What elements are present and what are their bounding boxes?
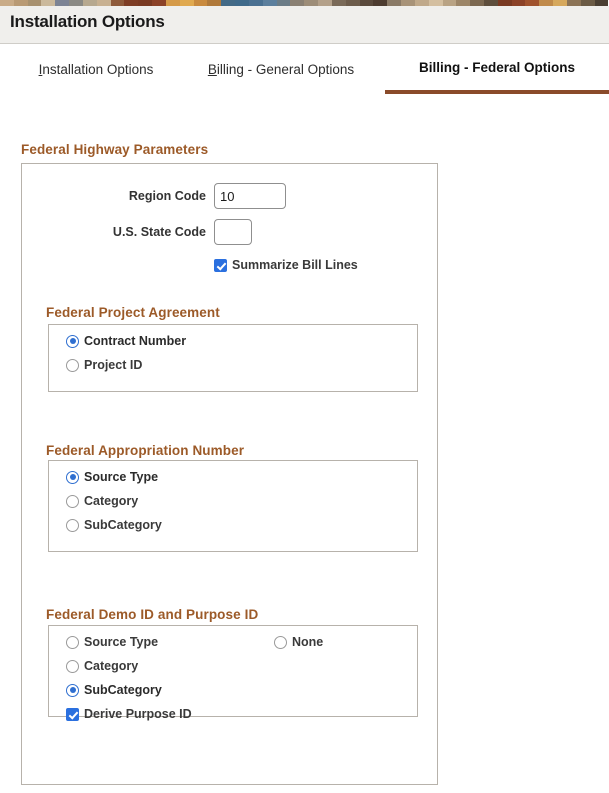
radio-row-contract-number[interactable]: Contract Number [66, 334, 186, 348]
tab-installation-options-label: Installation Options [39, 62, 154, 77]
region-code-input[interactable] [214, 183, 286, 209]
federal-demo-id-purpose-id-box: Source Type Category SubCategory None De… [48, 625, 418, 721]
tab-bar: Installation Options Billing - General O… [0, 45, 609, 94]
demo-category-label: Category [84, 659, 139, 673]
tab-billing-federal-options[interactable]: Billing - Federal Options [385, 45, 609, 94]
field-row-region-code: Region Code [22, 183, 286, 209]
contract-number-radio[interactable] [66, 334, 79, 348]
demo-subcategory-label: SubCategory [84, 683, 162, 697]
group-title-federal-highway-parameters: Federal Highway Parameters [21, 142, 209, 157]
demo-none-radio[interactable] [274, 635, 287, 649]
federal-appropriation-number-box: Source Type Category SubCategory [48, 460, 418, 552]
summarize-bill-lines-checkbox[interactable] [214, 258, 227, 272]
radio-row-appropriation-subcategory[interactable]: SubCategory [66, 518, 162, 532]
radio-row-project-id[interactable]: Project ID [66, 358, 142, 372]
demo-source-type-radio[interactable] [66, 635, 79, 649]
radio-row-demo-category[interactable]: Category [66, 659, 138, 673]
federal-highway-parameters-panel: Region Code U.S. State Code Summarize Bi… [21, 163, 438, 785]
radio-row-demo-subcategory[interactable]: SubCategory [66, 683, 162, 697]
content-area: Federal Highway Parameters Region Code U… [0, 94, 609, 793]
tab-billing-general-options-label: Billing - General Options [208, 62, 354, 77]
page-header: Installation Options [0, 6, 609, 44]
tab-billing-general-options[interactable]: Billing - General Options [190, 45, 372, 94]
group-title-federal-appropriation-number: Federal Appropriation Number [46, 443, 245, 458]
appropriation-category-label: Category [84, 494, 139, 508]
us-state-code-label: U.S. State Code [112, 225, 206, 239]
tab-billing-federal-options-label: Billing - Federal Options [418, 60, 575, 75]
demo-subcategory-radio[interactable] [66, 683, 79, 697]
appropriation-subcategory-radio[interactable] [66, 518, 79, 532]
tab-installation-options[interactable]: Installation Options [22, 45, 170, 94]
demo-none-label: None [292, 635, 324, 649]
federal-project-agreement-box: Contract Number Project ID [48, 324, 418, 392]
derive-purpose-id-row[interactable]: Derive Purpose ID [66, 707, 192, 721]
tab-label-rest: nstallation Options [42, 62, 154, 77]
region-code-label: Region Code [128, 189, 206, 203]
contract-number-label: Contract Number [84, 334, 187, 348]
radio-row-appropriation-category[interactable]: Category [66, 494, 138, 508]
page-title: Installation Options [10, 12, 165, 31]
derive-purpose-id-label: Derive Purpose ID [84, 707, 192, 721]
tab-label-rest: illing - General Options [216, 62, 355, 77]
radio-row-demo-source-type[interactable]: Source Type [66, 635, 158, 649]
summarize-bill-lines-label: Summarize Bill Lines [232, 258, 358, 272]
tab-accesskey-letter: B [207, 62, 217, 77]
appropriation-category-radio[interactable] [66, 494, 79, 508]
group-title-federal-project-agreement: Federal Project Agreement [46, 305, 220, 320]
radio-row-demo-none[interactable]: None [274, 635, 323, 649]
project-id-label: Project ID [84, 358, 143, 372]
appropriation-source-type-radio[interactable] [66, 470, 79, 484]
us-state-code-input[interactable] [214, 219, 252, 245]
group-title-federal-demo-id-and-purpose-id: Federal Demo ID and Purpose ID [46, 607, 259, 622]
demo-source-type-label: Source Type [84, 635, 159, 649]
project-id-radio[interactable] [66, 358, 79, 372]
radio-row-appropriation-source-type[interactable]: Source Type [66, 470, 158, 484]
derive-purpose-id-checkbox[interactable] [66, 707, 79, 721]
summarize-bill-lines-row[interactable]: Summarize Bill Lines [214, 258, 358, 272]
field-row-us-state-code: U.S. State Code [22, 219, 252, 245]
appropriation-subcategory-label: SubCategory [84, 518, 162, 532]
demo-category-radio[interactable] [66, 659, 79, 673]
appropriation-source-type-label: Source Type [84, 470, 159, 484]
